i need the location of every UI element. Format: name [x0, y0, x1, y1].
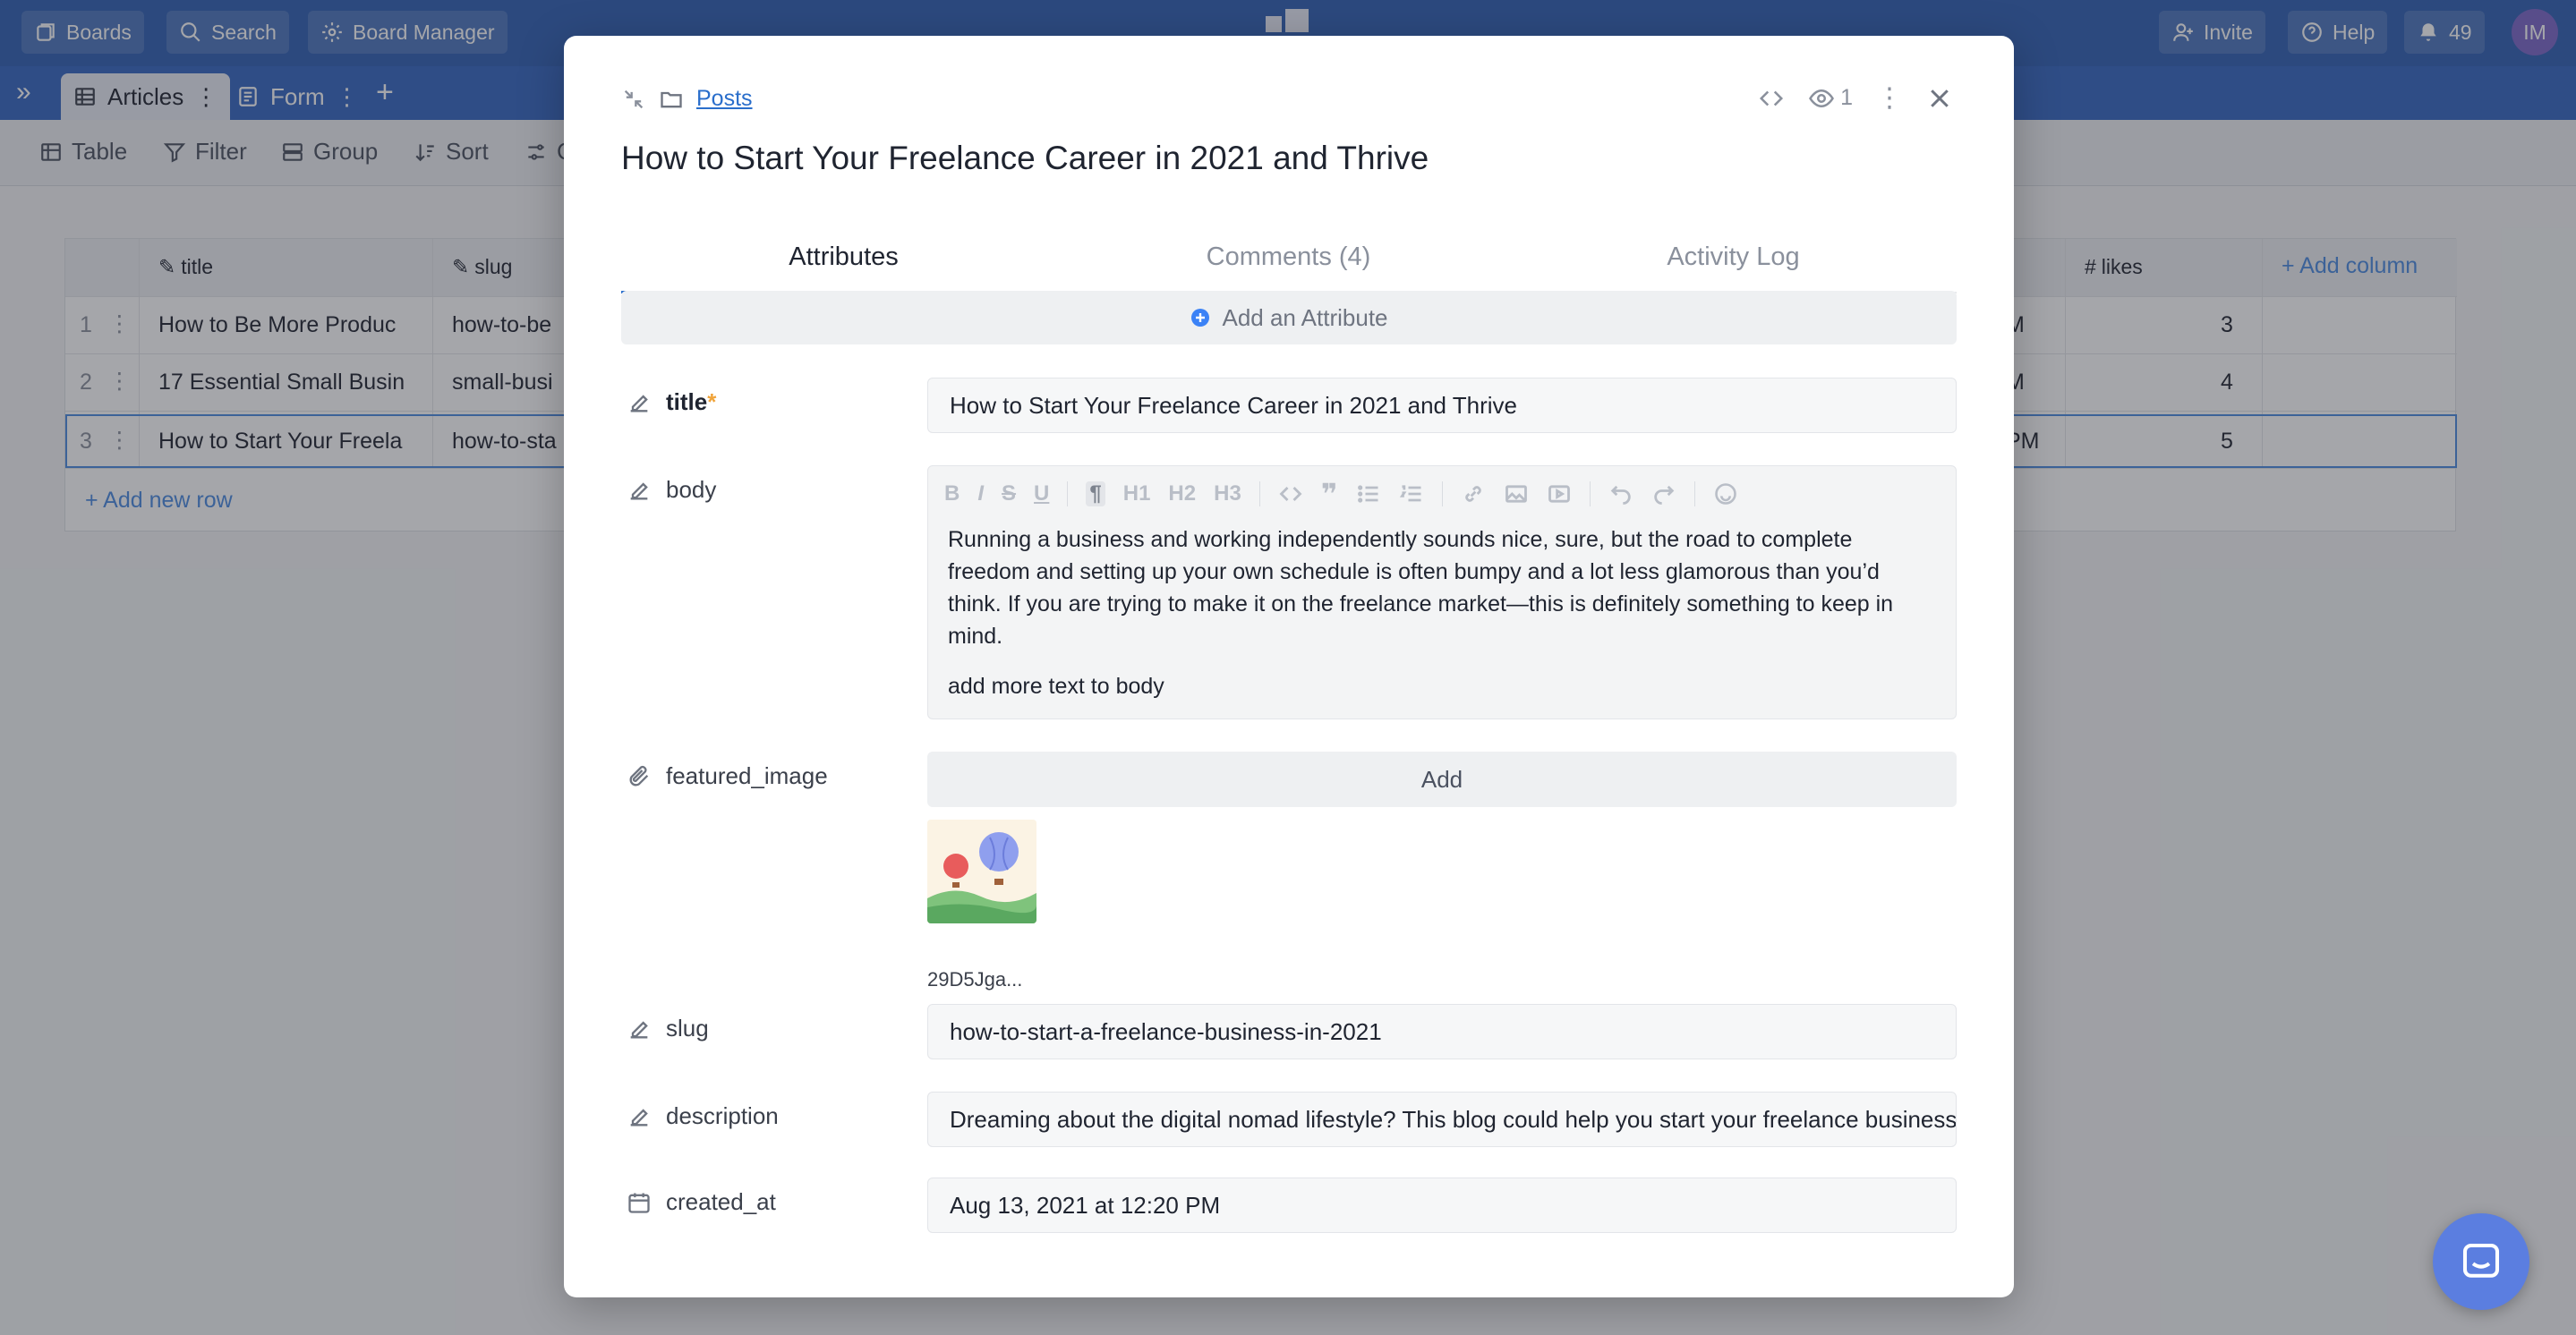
hot-air-balloon-illustration — [927, 820, 1036, 923]
code-icon[interactable] — [1758, 85, 1785, 112]
record-detail-modal: Posts 1 ⋮ How to Start Your Freelance Ca… — [564, 36, 2014, 1297]
field-label-featured-image: featured_image — [627, 762, 828, 790]
field-label-slug: slug — [627, 1015, 709, 1042]
add-image-button[interactable]: Add — [927, 752, 1957, 807]
tab-comments[interactable]: Comments (4) — [1066, 234, 1511, 293]
field-label-body: body — [627, 476, 716, 504]
body-paragraph: add more text to body — [948, 674, 1164, 699]
calendar-icon — [628, 1193, 650, 1213]
undo-icon[interactable] — [1608, 481, 1633, 506]
featured-image-thumbnail[interactable] — [927, 820, 1036, 923]
breadcrumb: Posts — [621, 86, 753, 112]
link-icon[interactable] — [1461, 481, 1486, 506]
description-field[interactable]: Dreaming about the digital nomad lifesty… — [927, 1092, 1957, 1147]
redo-icon[interactable] — [1651, 481, 1676, 506]
italic-icon[interactable]: I — [977, 481, 984, 506]
field-featured-image-label: featured_image — [666, 762, 828, 789]
field-created-at-label: created_at — [666, 1188, 776, 1215]
bold-icon[interactable]: B — [944, 481, 960, 506]
heading-2-button[interactable]: H2 — [1168, 481, 1196, 506]
underline-icon[interactable]: U — [1034, 481, 1049, 506]
eye-icon — [1809, 89, 1835, 107]
modal-actions: 1 ⋮ — [1758, 82, 1953, 114]
breadcrumb-posts-link[interactable]: Posts — [696, 86, 753, 112]
numbered-list-icon[interactable] — [1399, 481, 1424, 506]
heading-1-button[interactable]: H1 — [1123, 481, 1151, 506]
paperclip-icon — [629, 765, 649, 786]
viewers-count: 1 — [1840, 85, 1853, 110]
field-label-title: title* — [627, 388, 716, 416]
pencil-icon — [630, 394, 648, 412]
more-vertical-icon[interactable]: ⋮ — [1876, 82, 1903, 114]
body-paragraph: Running a business and working independe… — [948, 527, 1894, 649]
paragraph-icon[interactable]: ¶ — [1086, 481, 1105, 506]
field-slug-label: slug — [666, 1015, 709, 1042]
code-icon[interactable] — [1278, 481, 1303, 506]
pencil-icon — [630, 481, 648, 499]
heading-3-button[interactable]: H3 — [1214, 481, 1241, 506]
quote-icon[interactable]: ❞ — [1321, 477, 1338, 511]
tab-activity-log[interactable]: Activity Log — [1511, 234, 1956, 293]
body-content[interactable]: Running a business and working independe… — [948, 523, 1932, 720]
chat-support-button[interactable] — [2433, 1213, 2529, 1310]
emoji-icon[interactable] — [1713, 481, 1738, 506]
field-body-label: body — [666, 476, 717, 503]
tab-attributes[interactable]: Attributes — [621, 234, 1066, 293]
viewers: 1 — [1808, 85, 1853, 112]
close-icon[interactable] — [1926, 85, 1953, 112]
collapse-icon[interactable] — [621, 87, 646, 112]
strikethrough-icon[interactable]: S — [1002, 481, 1016, 506]
pencil-icon — [630, 1108, 648, 1126]
record-title: How to Start Your Freelance Career in 20… — [621, 140, 1429, 176]
field-label-created-at: created_at — [627, 1188, 776, 1216]
pencil-icon — [630, 1020, 648, 1038]
title-field[interactable]: How to Start Your Freelance Career in 20… — [927, 378, 1957, 433]
video-icon[interactable] — [1547, 481, 1572, 506]
slug-field[interactable]: how-to-start-a-freelance-business-in-202… — [927, 1004, 1957, 1059]
chat-icon — [2462, 1243, 2500, 1278]
field-description-label: description — [666, 1102, 779, 1129]
add-attribute-label: Add an Attribute — [1222, 303, 1388, 331]
image-icon[interactable] — [1504, 481, 1529, 506]
folder-icon — [661, 91, 682, 107]
field-label-description: description — [627, 1102, 779, 1130]
bullet-list-icon[interactable] — [1356, 481, 1381, 506]
field-title-label: title — [666, 388, 708, 415]
required-mark: * — [707, 388, 717, 415]
editor-toolbar: B I S U ¶ H1 H2 H3 ❞ — [944, 477, 1738, 511]
body-rich-text-editor[interactable]: B I S U ¶ H1 H2 H3 ❞ Running a business … — [927, 465, 1957, 719]
featured-image-filename[interactable]: 29D5Jga... — [927, 968, 1022, 991]
plus-circle-icon — [1191, 309, 1210, 327]
modal-tabs: Attributes Comments (4) Activity Log — [621, 234, 1957, 293]
add-attribute-button[interactable]: Add an Attribute — [621, 291, 1957, 344]
created-at-field[interactable]: Aug 13, 2021 at 12:20 PM — [927, 1178, 1957, 1233]
